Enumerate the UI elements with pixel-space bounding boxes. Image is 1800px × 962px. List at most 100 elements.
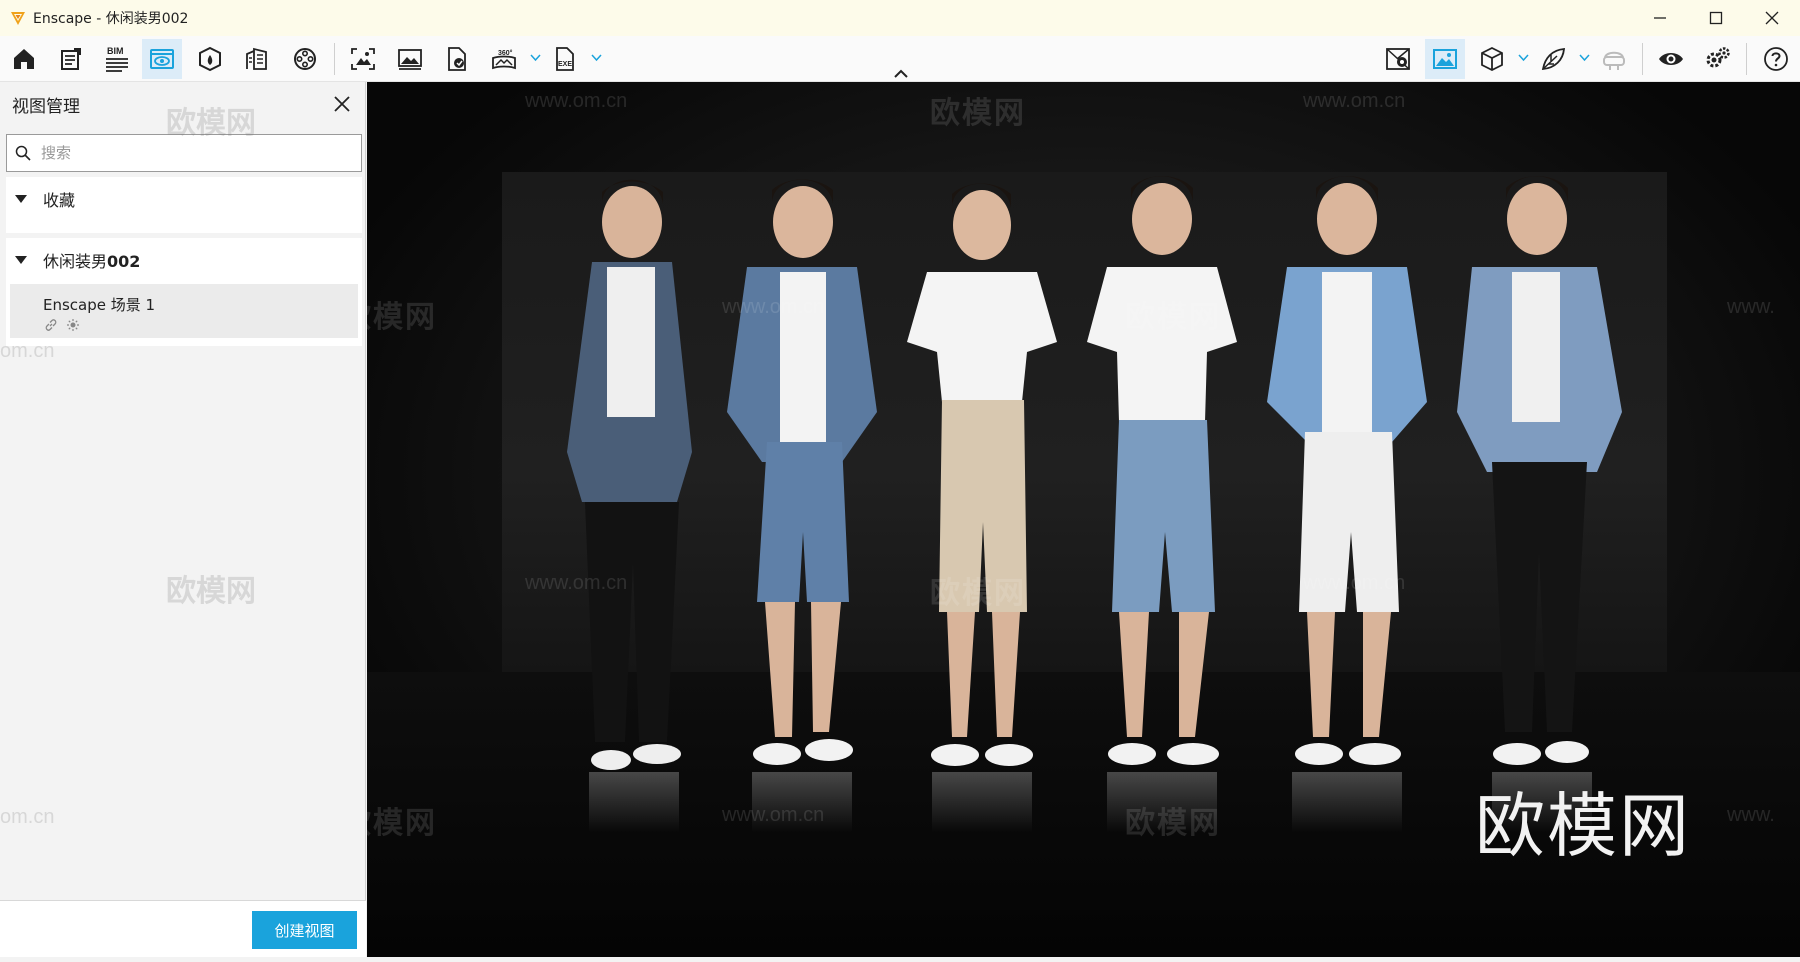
sun-icon[interactable] (66, 318, 80, 332)
cube-icon (1481, 46, 1503, 72)
export-button[interactable] (437, 39, 477, 79)
panorama-button[interactable]: 360° (484, 39, 524, 79)
enscape-logo-icon (11, 12, 25, 25)
minimize-button[interactable] (1632, 0, 1688, 36)
panel-watermark: om.cn (0, 340, 55, 362)
viewport-watermark: www.om.cn (722, 296, 825, 318)
figure-6 (1457, 176, 1622, 832)
favorites-section-header[interactable]: 收藏 (6, 177, 362, 221)
chevron-down-icon (590, 54, 602, 62)
viewport-watermark: 欧模网 (367, 301, 437, 334)
viewport-watermark: www.om.cn (1303, 572, 1406, 594)
toolbar-separator (334, 43, 335, 75)
viewport-watermark: 欧模网 (367, 807, 437, 840)
viewport-watermark: 欧模网 (930, 97, 1026, 130)
figure-3 (907, 183, 1057, 832)
viewport-watermark: www.om.cn (1303, 90, 1406, 112)
cube-dropdown[interactable] (1516, 50, 1530, 66)
maximize-button[interactable] (1688, 0, 1744, 36)
bim-button[interactable]: BIM (97, 39, 137, 79)
help-icon (1764, 47, 1788, 71)
eye-button[interactable] (1651, 39, 1691, 79)
brand-logo-text: 欧模网 (1475, 785, 1691, 867)
panel-watermark: om.cn (0, 806, 55, 828)
triangle-down-icon (15, 256, 27, 264)
leaf-button[interactable] (1533, 39, 1573, 79)
vr-headset-icon (1603, 51, 1625, 70)
viewport-watermark: 欧模网 (930, 577, 1026, 610)
building-icon (246, 47, 267, 70)
viewport-watermark: www. (1727, 804, 1775, 826)
view-item[interactable]: Enscape 场景 1 (10, 284, 358, 338)
home-button[interactable] (4, 39, 44, 79)
panorama-icon: 360° (492, 49, 516, 70)
exe-export-button[interactable]: EXE (545, 39, 585, 79)
cube-button[interactable] (1472, 39, 1512, 79)
panel-watermark: 欧模网 (166, 107, 256, 140)
view-item-name: Enscape 场景 1 (43, 296, 156, 314)
building-button[interactable] (237, 39, 277, 79)
link-icon[interactable] (44, 318, 58, 332)
search-input[interactable] (41, 144, 341, 162)
toolbar-collapse-chevron-icon[interactable] (893, 66, 909, 80)
scene-group-label-number: 002 (107, 252, 141, 271)
figure-1 (567, 179, 692, 832)
render-viewport[interactable]: www.om.cn 欧模网 www.om.cn 欧模网 www.om.cn 欧模… (367, 82, 1800, 957)
viewport-watermark: www.om.cn (525, 90, 628, 112)
figure-5 (1267, 176, 1427, 832)
window-title: Enscape - 休闲装男002 (33, 11, 189, 27)
close-button[interactable] (1744, 0, 1800, 36)
leaf-dropdown[interactable] (1577, 50, 1591, 66)
chevron-down-icon (529, 54, 541, 62)
screenshot-button[interactable] (343, 39, 383, 79)
scene-group-label-prefix: 休闲装男 (43, 252, 108, 271)
asset-library-button[interactable] (190, 39, 230, 79)
panel-close-button[interactable] (330, 92, 354, 116)
view-management-panel: 视图管理 收藏 休闲装男002 Enscape 场景 1 (0, 82, 366, 957)
settings-icon (1706, 47, 1730, 68)
chevron-down-icon (1517, 54, 1529, 62)
rendering-icon (1433, 49, 1457, 69)
map-button[interactable] (1378, 39, 1418, 79)
panorama-dropdown[interactable] (528, 50, 542, 66)
bim-icon: BIM (106, 46, 128, 72)
scene-group-label: 休闲装男002 (43, 248, 140, 272)
document-icon (61, 48, 81, 70)
exe-dropdown[interactable] (589, 50, 603, 66)
favorites-label: 收藏 (43, 191, 76, 210)
video-reel-button[interactable] (285, 39, 325, 79)
figure-4 (1087, 176, 1237, 832)
toolbar-separator (1642, 43, 1643, 75)
viewport-watermark: 欧模网 (1125, 807, 1221, 840)
scene-group-section: 休闲装男002 Enscape 场景 1 (6, 238, 362, 346)
video-reel-icon (294, 48, 316, 70)
image-button[interactable] (390, 39, 430, 79)
rendering-button[interactable] (1425, 39, 1465, 79)
view-management-button[interactable] (142, 39, 182, 79)
chevron-down-icon (1578, 54, 1590, 62)
scene-group-header[interactable]: 休闲装男002 (6, 238, 362, 282)
screenshot-icon (351, 48, 375, 70)
viewport-watermark: 欧模网 (1125, 301, 1221, 334)
enscape-window: Enscape - 休闲装男002 BIM 360° EXE 视图管理 搜索 收… (0, 0, 1800, 962)
settings-button[interactable] (1698, 39, 1738, 79)
close-icon (334, 96, 350, 112)
view-item-icons (44, 318, 80, 332)
map-icon (1386, 48, 1410, 70)
help-button[interactable] (1756, 39, 1796, 79)
view-management-icon (150, 49, 174, 69)
triangle-down-icon (15, 195, 27, 203)
eye-icon (1659, 53, 1683, 65)
vr-headset-button[interactable] (1594, 39, 1634, 79)
viewport-watermark: www.om.cn (722, 804, 825, 826)
panel-watermark: 欧模网 (166, 575, 256, 608)
favorites-section: 收藏 (6, 177, 362, 233)
document-button[interactable] (51, 39, 91, 79)
create-view-button[interactable]: 创建视图 (252, 911, 357, 949)
close-icon (1765, 11, 1779, 25)
viewport-watermark: www.om.cn (525, 572, 628, 594)
leaf-icon (1541, 48, 1565, 70)
exe-label: EXE (558, 61, 572, 68)
asset-library-icon (199, 46, 221, 72)
toolbar-separator (1746, 43, 1747, 75)
